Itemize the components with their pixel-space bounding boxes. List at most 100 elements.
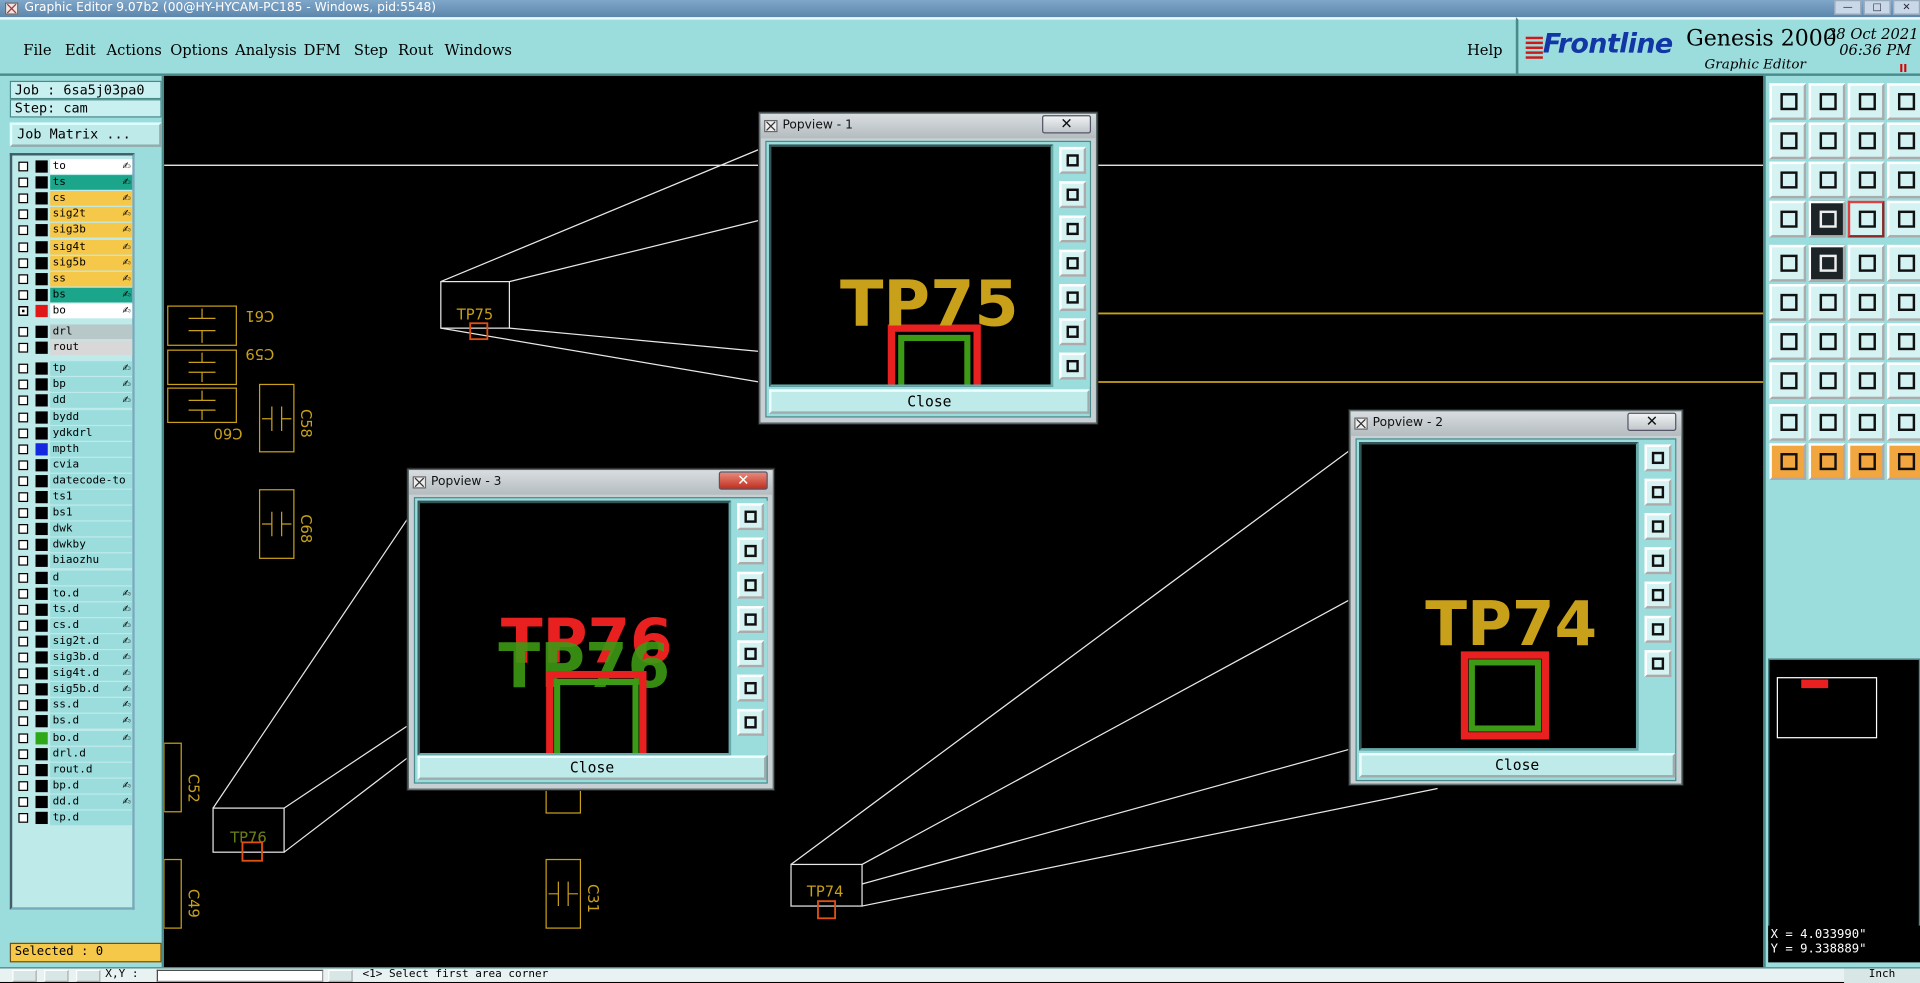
layer-name[interactable]: dd.d — [50, 794, 133, 810]
layer-row[interactable]: drl — [15, 324, 133, 340]
triangle-tool-button[interactable] — [1769, 404, 1807, 441]
layer-checkbox[interactable] — [18, 379, 29, 390]
layer-name[interactable]: to.d — [50, 585, 133, 601]
popview-pan-left-button[interactable] — [1644, 547, 1672, 575]
layer-checkbox[interactable] — [18, 796, 29, 807]
undo-tool-button[interactable] — [1769, 122, 1807, 160]
mirror-tool-button[interactable] — [1847, 122, 1885, 160]
layer-row[interactable]: ts1 — [15, 489, 133, 505]
popview-zoom-in-button[interactable] — [1644, 615, 1672, 643]
layer-name[interactable]: rout — [50, 340, 133, 356]
layer-row[interactable]: cs ✍ — [15, 191, 133, 206]
layer-checkbox[interactable] — [18, 813, 29, 823]
layer-name[interactable]: bp — [50, 377, 133, 393]
grid-tool-button[interactable] — [1808, 200, 1846, 238]
layer-checkbox[interactable] — [18, 363, 29, 374]
layer-checkbox[interactable] — [18, 684, 29, 695]
layer-row[interactable]: rout — [15, 340, 133, 356]
popview-2-titlebar[interactable]: Popview - 2 ✕ — [1350, 411, 1682, 436]
popview-zoom-fit-button[interactable] — [737, 503, 765, 531]
layer-checkbox[interactable] — [18, 209, 29, 220]
layer-checkbox[interactable] — [18, 241, 29, 252]
layer-name[interactable]: cvia — [50, 457, 133, 473]
layer-row[interactable]: drl.d — [15, 746, 133, 762]
layer-name[interactable]: tp — [50, 361, 133, 377]
layer-name[interactable]: d — [50, 569, 133, 585]
layer-name[interactable]: sig2t.d — [50, 634, 133, 649]
popview-zoom-in-button[interactable] — [737, 674, 765, 702]
layer-row[interactable]: to.d ✍ — [15, 585, 133, 601]
layer-row[interactable]: sig5b.d ✍ — [15, 682, 133, 697]
cursor-tool-button[interactable] — [1808, 244, 1846, 282]
layer-row[interactable]: bydd — [15, 409, 133, 425]
layer-name[interactable]: ts — [50, 175, 133, 190]
layer-row[interactable]: to ✍ — [15, 159, 133, 174]
layer-row[interactable]: biaozhu — [15, 553, 133, 569]
popview-2-close-button[interactable]: Close — [1359, 753, 1676, 778]
layer-row[interactable]: ts ✍ — [15, 175, 133, 190]
layer-row[interactable]: mpth — [15, 441, 133, 457]
layer-name[interactable]: drl — [50, 324, 133, 340]
layer-checkbox[interactable] — [18, 161, 29, 172]
layer-checkbox[interactable] — [18, 748, 29, 759]
popview-3-titlebar[interactable]: Popview - 3 ✕ — [408, 470, 773, 495]
overview-map[interactable] — [1768, 658, 1920, 941]
layer-checkbox[interactable] — [18, 604, 29, 615]
layer-name[interactable]: rout.d — [50, 762, 133, 778]
layer-checkbox[interactable] — [18, 636, 29, 647]
route-edit-tool-button[interactable] — [1886, 443, 1920, 480]
layer-checkbox[interactable] — [18, 273, 29, 284]
a2-tool-button[interactable] — [1847, 404, 1885, 441]
layer-checkbox[interactable] — [18, 444, 29, 454]
layer-name[interactable]: bs.d — [50, 714, 133, 729]
layer-name[interactable]: ts1 — [50, 489, 133, 505]
box-tool-button[interactable] — [1769, 362, 1807, 400]
layer-checkbox[interactable] — [18, 257, 29, 268]
node-tool-button[interactable] — [1847, 284, 1885, 321]
layer-checkbox[interactable] — [18, 588, 29, 599]
layer-name[interactable]: sig4t.d — [50, 666, 133, 681]
layer-name[interactable]: bp.d — [50, 778, 133, 794]
layer-name[interactable]: bs — [50, 287, 133, 303]
layer-checkbox[interactable] — [18, 460, 29, 470]
popview-pan-up-button[interactable] — [1059, 181, 1087, 209]
snap-button[interactable] — [12, 969, 37, 982]
popview-2-close-x[interactable]: ✕ — [1627, 412, 1677, 431]
layer-row[interactable]: d — [15, 569, 133, 585]
popview-pan-down-button[interactable] — [1059, 215, 1087, 243]
zoom-all-tool-button[interactable] — [1808, 161, 1846, 199]
grid-button[interactable] — [44, 969, 69, 982]
select-tool-button[interactable] — [1769, 443, 1807, 480]
pick-tool-button[interactable] — [1847, 443, 1885, 480]
popview-pan-up-button[interactable] — [1644, 478, 1672, 506]
layer-row[interactable]: bo.d ✍ — [15, 730, 133, 746]
redo-tool-button[interactable] — [1808, 122, 1846, 160]
layer-checkbox[interactable] — [18, 476, 29, 486]
layer-checkbox[interactable] — [18, 540, 29, 551]
layer-checkbox[interactable] — [18, 700, 29, 711]
pad-tool-button[interactable] — [1769, 244, 1807, 282]
text-tool-button[interactable] — [1886, 323, 1920, 360]
layer-name[interactable]: cs — [50, 191, 133, 206]
layer-checkbox[interactable] — [18, 572, 29, 583]
menu-analysis[interactable]: Analysis — [235, 42, 297, 59]
layer-name[interactable]: ss.d — [50, 698, 133, 713]
popview-zoom-out-button[interactable] — [1644, 650, 1672, 678]
snap-tool-button[interactable] — [1769, 200, 1807, 238]
layer-checkbox[interactable] — [18, 716, 29, 727]
edge-tool-button[interactable] — [1886, 284, 1920, 321]
layer-name[interactable]: sig2t — [50, 207, 133, 222]
layer-checkbox[interactable] — [18, 764, 29, 775]
layer-checkbox[interactable] — [18, 428, 29, 438]
layer-row[interactable]: sig2t.d ✍ — [15, 634, 133, 649]
dash-tool-button[interactable] — [1808, 362, 1846, 400]
layer-row[interactable]: sig3b.d ✍ — [15, 650, 133, 665]
maximize-button[interactable]: □ — [1863, 0, 1891, 15]
layer-checkbox[interactable] — [18, 225, 29, 236]
layer-row[interactable]: dd ✍ — [15, 393, 133, 409]
layer-checkbox[interactable] — [18, 620, 29, 631]
connect-tool-button[interactable] — [1769, 284, 1807, 321]
popview-pan-right-button[interactable] — [1644, 581, 1672, 609]
menu-rout[interactable]: Rout — [398, 42, 433, 59]
layer-row[interactable]: tp ✍ — [15, 361, 133, 377]
